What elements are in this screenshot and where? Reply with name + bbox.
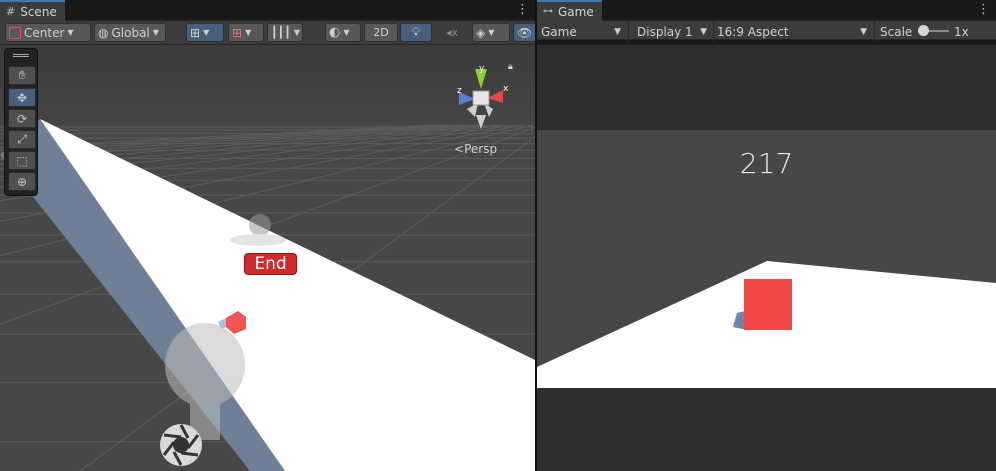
gizmo-y-label: y	[479, 64, 485, 74]
scale-icon: ⤢	[17, 132, 27, 146]
camera-gizmo-icon	[160, 424, 202, 466]
grid-snap-toggle[interactable]: ⊞ ▼	[186, 23, 224, 42]
end-marker-label: End	[244, 253, 297, 275]
chevron-down-icon: ▼	[203, 28, 210, 37]
align-icon: ┃┃┃	[271, 26, 291, 39]
increment-snap-icon: ⊞	[232, 25, 243, 40]
gizmo-x-label: x	[503, 84, 509, 94]
rotate-icon: ⟳	[16, 111, 28, 126]
scale-slider-handle[interactable]	[918, 25, 929, 36]
game-toolbar: Game ▼ Display 1 ▼ 16:9 Aspect ▼ Scale 1…	[537, 21, 996, 42]
mode-2d-label: 2D	[373, 26, 389, 39]
score-text: 217	[739, 147, 794, 180]
palette-drag-handle[interactable]	[13, 54, 29, 57]
eye-icon: 👁︎	[517, 25, 533, 40]
game-panel: ⊶ Game ⋮ Game ▼ Display 1 ▼ 16:9 Aspect …	[537, 0, 996, 471]
transform-tool-button[interactable]: ⊕	[8, 172, 36, 191]
pivot-space-label: Global	[111, 25, 150, 40]
scene-panel: # Scene ⋮ Center ▼ ◍ Global ▼ ⊞ ▼ ⊞ ▼ ┃┃…	[0, 0, 535, 471]
shading-sphere-icon: ◐	[329, 25, 341, 40]
layers-icon: ◈	[476, 25, 486, 40]
grid-icon: #	[6, 5, 16, 18]
chevron-down-icon: ▼	[67, 28, 74, 37]
scale-value: 1x	[954, 24, 969, 39]
scene-more-menu-icon[interactable]: ⋮	[516, 3, 529, 16]
move-tool-button[interactable]: ✥	[8, 88, 36, 107]
pivot-space-dropdown[interactable]: ◍ Global ▼	[94, 23, 166, 42]
scale-tool-button[interactable]: ⤢	[8, 130, 36, 149]
game-mode-label: Game	[541, 24, 577, 39]
display-label: Display 1	[637, 24, 693, 39]
scene-tabbar: # Scene ⋮	[0, 0, 535, 21]
tab-scene-label: Scene	[20, 4, 57, 19]
player-cube	[744, 279, 792, 330]
tool-palette: ✋︎ ✥ ⟳ ⤢ ⬚ ⊕	[4, 48, 38, 196]
rect-tool-button[interactable]: ⬚	[8, 151, 36, 170]
mode-2d-toggle[interactable]: 2D	[364, 23, 398, 42]
gizmo-z-label: z	[457, 86, 462, 96]
move-arrows-icon: ✥	[16, 90, 28, 105]
scene-sky	[0, 45, 535, 125]
aspect-label: 16:9 Aspect	[717, 24, 789, 39]
increment-snap-toggle[interactable]: ⊞ ▼	[228, 23, 264, 42]
grid-snap-icon: ⊞	[190, 25, 201, 40]
lighting-toggle[interactable]: 💡︎	[400, 23, 432, 42]
scene-toolbar: Center ▼ ◍ Global ▼ ⊞ ▼ ⊞ ▼ ┃┃┃ ▼ ◐ ▼ 2D…	[0, 21, 535, 45]
pivot-mode-dropdown[interactable]: Center ▼	[5, 23, 91, 42]
chevron-down-icon: ▼	[614, 26, 621, 37]
tab-game[interactable]: ⊶ Game	[537, 0, 602, 21]
hand-tool-button[interactable]: ✋︎	[8, 66, 36, 85]
gamepad-icon: ⊶	[543, 6, 553, 17]
audio-toggle[interactable]: ◂x	[436, 23, 468, 42]
tab-game-label: Game	[558, 4, 594, 19]
pivot-center-icon	[9, 26, 21, 39]
game-viewport[interactable]	[537, 45, 996, 471]
transform-icon: ⊕	[16, 174, 28, 189]
game-mode-dropdown[interactable]: Game ▼	[537, 21, 627, 42]
visibility-toggle[interactable]: 👁︎	[513, 23, 535, 42]
rect-icon: ⬚	[16, 153, 28, 168]
globe-icon: ◍	[98, 25, 109, 40]
chevron-down-icon: ▼	[245, 28, 252, 37]
persp-label: Persp	[464, 142, 498, 156]
tab-scene[interactable]: # Scene	[0, 0, 65, 21]
scale-label: Scale	[880, 24, 913, 39]
chevron-down-icon: ▼	[293, 28, 301, 37]
align-toggle[interactable]: ┃┃┃ ▼	[267, 23, 303, 42]
rotate-tool-button[interactable]: ⟳	[8, 109, 36, 128]
pivot-mode-label: Center	[24, 25, 65, 40]
aspect-dropdown[interactable]: 16:9 Aspect ▼	[713, 21, 873, 42]
audio-mute-icon: ◂x	[445, 26, 459, 39]
chevron-down-icon: ▼	[152, 28, 159, 37]
toolbar-separator	[628, 21, 629, 42]
chevron-left-icon: <	[454, 142, 465, 156]
lightbulb-icon: 💡︎	[411, 25, 421, 39]
draw-mode-dropdown[interactable]: ◐ ▼	[325, 23, 361, 42]
hand-icon: ✋︎	[18, 68, 26, 82]
chevron-down-icon: ▼	[488, 28, 495, 37]
chevron-down-icon: ▼	[700, 26, 707, 37]
game-more-menu-icon[interactable]: ⋮	[977, 3, 990, 16]
chevron-down-icon: ▼	[343, 28, 350, 37]
chevron-down-icon: ▼	[860, 26, 867, 37]
effects-dropdown[interactable]: ◈ ▼	[472, 23, 510, 42]
display-dropdown[interactable]: Display 1 ▼	[633, 21, 713, 42]
perspective-toggle[interactable]: <Persp	[454, 142, 497, 156]
toolbar-separator	[874, 21, 875, 42]
lock-icon[interactable]: 🔒︎	[508, 62, 513, 72]
game-tabbar: ⊶ Game ⋮	[537, 0, 996, 21]
